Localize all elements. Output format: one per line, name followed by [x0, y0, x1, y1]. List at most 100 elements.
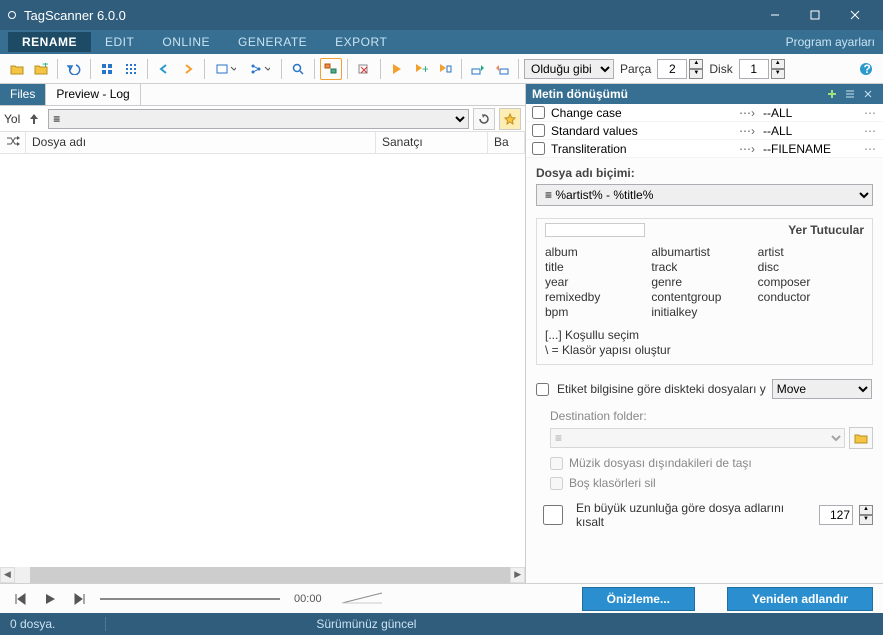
- ph-composer[interactable]: composer: [758, 275, 864, 290]
- path-select[interactable]: ≡: [48, 109, 469, 129]
- grid-small-icon[interactable]: [120, 58, 142, 80]
- favorite-icon[interactable]: [499, 108, 521, 130]
- next-track-icon[interactable]: [70, 589, 90, 609]
- scroll-right-icon[interactable]: ▶: [510, 567, 525, 583]
- panel-add-icon[interactable]: [823, 85, 841, 103]
- disk-label: Disk: [709, 62, 732, 76]
- ph-contentgroup[interactable]: contentgroup: [651, 290, 757, 305]
- ph-title[interactable]: title: [545, 260, 651, 275]
- col-artist[interactable]: Sanatçı: [376, 132, 488, 153]
- ph-artist[interactable]: artist: [758, 245, 864, 260]
- grid-large-icon[interactable]: [96, 58, 118, 80]
- transform-check[interactable]: [532, 124, 545, 137]
- disk-spinner[interactable]: ▲▼: [771, 59, 785, 79]
- svg-text:+: +: [422, 63, 428, 75]
- placeholder-col-1: album title year remixedby bpm: [545, 245, 651, 320]
- ph-track[interactable]: track: [651, 260, 757, 275]
- tab-files[interactable]: Files: [0, 84, 46, 105]
- edit-icon[interactable]: ⋯: [863, 106, 877, 120]
- horizontal-scrollbar[interactable]: ◀ ▶: [0, 567, 525, 583]
- ph-bpm[interactable]: bpm: [545, 305, 651, 320]
- minimize-button[interactable]: [755, 0, 795, 30]
- truncate-check[interactable]: [536, 505, 570, 525]
- view-mode-select[interactable]: Olduğu gibi: [524, 59, 614, 79]
- move-nonmusic-check[interactable]: [550, 457, 563, 470]
- preview-button[interactable]: Önizleme...: [582, 587, 695, 611]
- menu-edit[interactable]: EDIT: [91, 32, 148, 52]
- ph-initialkey[interactable]: initialkey: [651, 305, 757, 320]
- file-list[interactable]: [0, 154, 525, 567]
- col-shuffle[interactable]: [0, 132, 26, 153]
- col-filename[interactable]: Dosya adı: [26, 132, 376, 153]
- transform-row-changecase[interactable]: Change case⋯›--ALL⋯: [526, 104, 883, 122]
- undo-icon[interactable]: [63, 58, 85, 80]
- tab-preview-log[interactable]: Preview - Log: [46, 84, 140, 105]
- ph-year[interactable]: year: [545, 275, 651, 290]
- nav-back-icon[interactable]: [153, 58, 175, 80]
- parca-input[interactable]: [657, 59, 687, 79]
- ph-album[interactable]: album: [545, 245, 651, 260]
- add-folder-icon[interactable]: +: [30, 58, 52, 80]
- select-dropdown-icon[interactable]: [210, 58, 242, 80]
- seek-slider[interactable]: [100, 598, 280, 600]
- placeholder-col-3: artist disc composer conductor: [758, 245, 864, 320]
- delete-tag-icon[interactable]: [353, 58, 375, 80]
- path-row: Yol ≡: [0, 106, 525, 132]
- move-files-check[interactable]: [536, 383, 549, 396]
- delete-empty-row: Boş klasörleri sil: [526, 473, 883, 493]
- pattern-select[interactable]: ≡ %artist% - %title%: [536, 184, 873, 206]
- refresh-icon[interactable]: [473, 108, 495, 130]
- transform-check[interactable]: [532, 142, 545, 155]
- tree-dropdown-icon[interactable]: [244, 58, 276, 80]
- queue-play-icon[interactable]: [434, 58, 456, 80]
- scroll-left-icon[interactable]: ◀: [0, 567, 15, 583]
- transform-row-translit[interactable]: Transliteration⋯›--FILENAME⋯: [526, 140, 883, 158]
- edit-icon[interactable]: ⋯: [863, 142, 877, 156]
- prev-track-icon[interactable]: [10, 589, 30, 609]
- status-version: Sürümünüz güncel: [116, 617, 873, 631]
- truncate-spinner[interactable]: ▲▼: [859, 505, 873, 525]
- move-action-select[interactable]: Move: [772, 379, 872, 399]
- transform-row-standard[interactable]: Standard values⋯›--ALL⋯: [526, 122, 883, 140]
- help-icon[interactable]: ?: [855, 58, 877, 80]
- search-icon[interactable]: [287, 58, 309, 80]
- panel-close-icon[interactable]: [859, 85, 877, 103]
- menu-generate[interactable]: GENERATE: [224, 32, 321, 52]
- menu-rename[interactable]: RENAME: [8, 32, 91, 52]
- scroll-thumb[interactable]: [30, 567, 511, 583]
- menu-online[interactable]: ONLINE: [148, 32, 224, 52]
- ph-remixedby[interactable]: remixedby: [545, 290, 651, 305]
- browse-folder-icon[interactable]: [849, 427, 873, 449]
- disk-input[interactable]: [739, 59, 769, 79]
- ph-disc[interactable]: disc: [758, 260, 864, 275]
- col-ba[interactable]: Ba: [488, 132, 525, 153]
- rename-button[interactable]: Yeniden adlandır: [727, 587, 873, 611]
- open-folder-icon[interactable]: [6, 58, 28, 80]
- move-files-row: Etiket bilgisine göre diskteki dosyaları…: [526, 373, 883, 405]
- import-icon[interactable]: [467, 58, 489, 80]
- up-folder-icon[interactable]: [24, 109, 44, 129]
- transform-check[interactable]: [532, 106, 545, 119]
- ph-albumartist[interactable]: albumartist: [651, 245, 757, 260]
- ph-conductor[interactable]: conductor: [758, 290, 864, 305]
- panel-menu-icon[interactable]: [841, 85, 859, 103]
- truncate-input[interactable]: [819, 505, 853, 525]
- ph-genre[interactable]: genre: [651, 275, 757, 290]
- destination-select[interactable]: ≡: [550, 428, 845, 448]
- delete-empty-check[interactable]: [550, 477, 563, 490]
- play-icon[interactable]: [40, 589, 60, 609]
- close-button[interactable]: [835, 0, 875, 30]
- player-bar: 00:00 Önizleme... Yeniden adlandır: [0, 583, 883, 613]
- menu-export[interactable]: EXPORT: [321, 32, 401, 52]
- tag-group-icon[interactable]: [320, 58, 342, 80]
- app-icon: [8, 11, 16, 19]
- play-orange-icon[interactable]: [386, 58, 408, 80]
- parca-spinner[interactable]: ▲▼: [689, 59, 703, 79]
- export-icon[interactable]: [491, 58, 513, 80]
- queue-add-icon[interactable]: +: [410, 58, 432, 80]
- placeholder-search[interactable]: [545, 223, 645, 237]
- maximize-button[interactable]: [795, 0, 835, 30]
- edit-icon[interactable]: ⋯: [863, 124, 877, 138]
- program-settings-link[interactable]: Program ayarları: [786, 35, 875, 49]
- nav-forward-icon[interactable]: [177, 58, 199, 80]
